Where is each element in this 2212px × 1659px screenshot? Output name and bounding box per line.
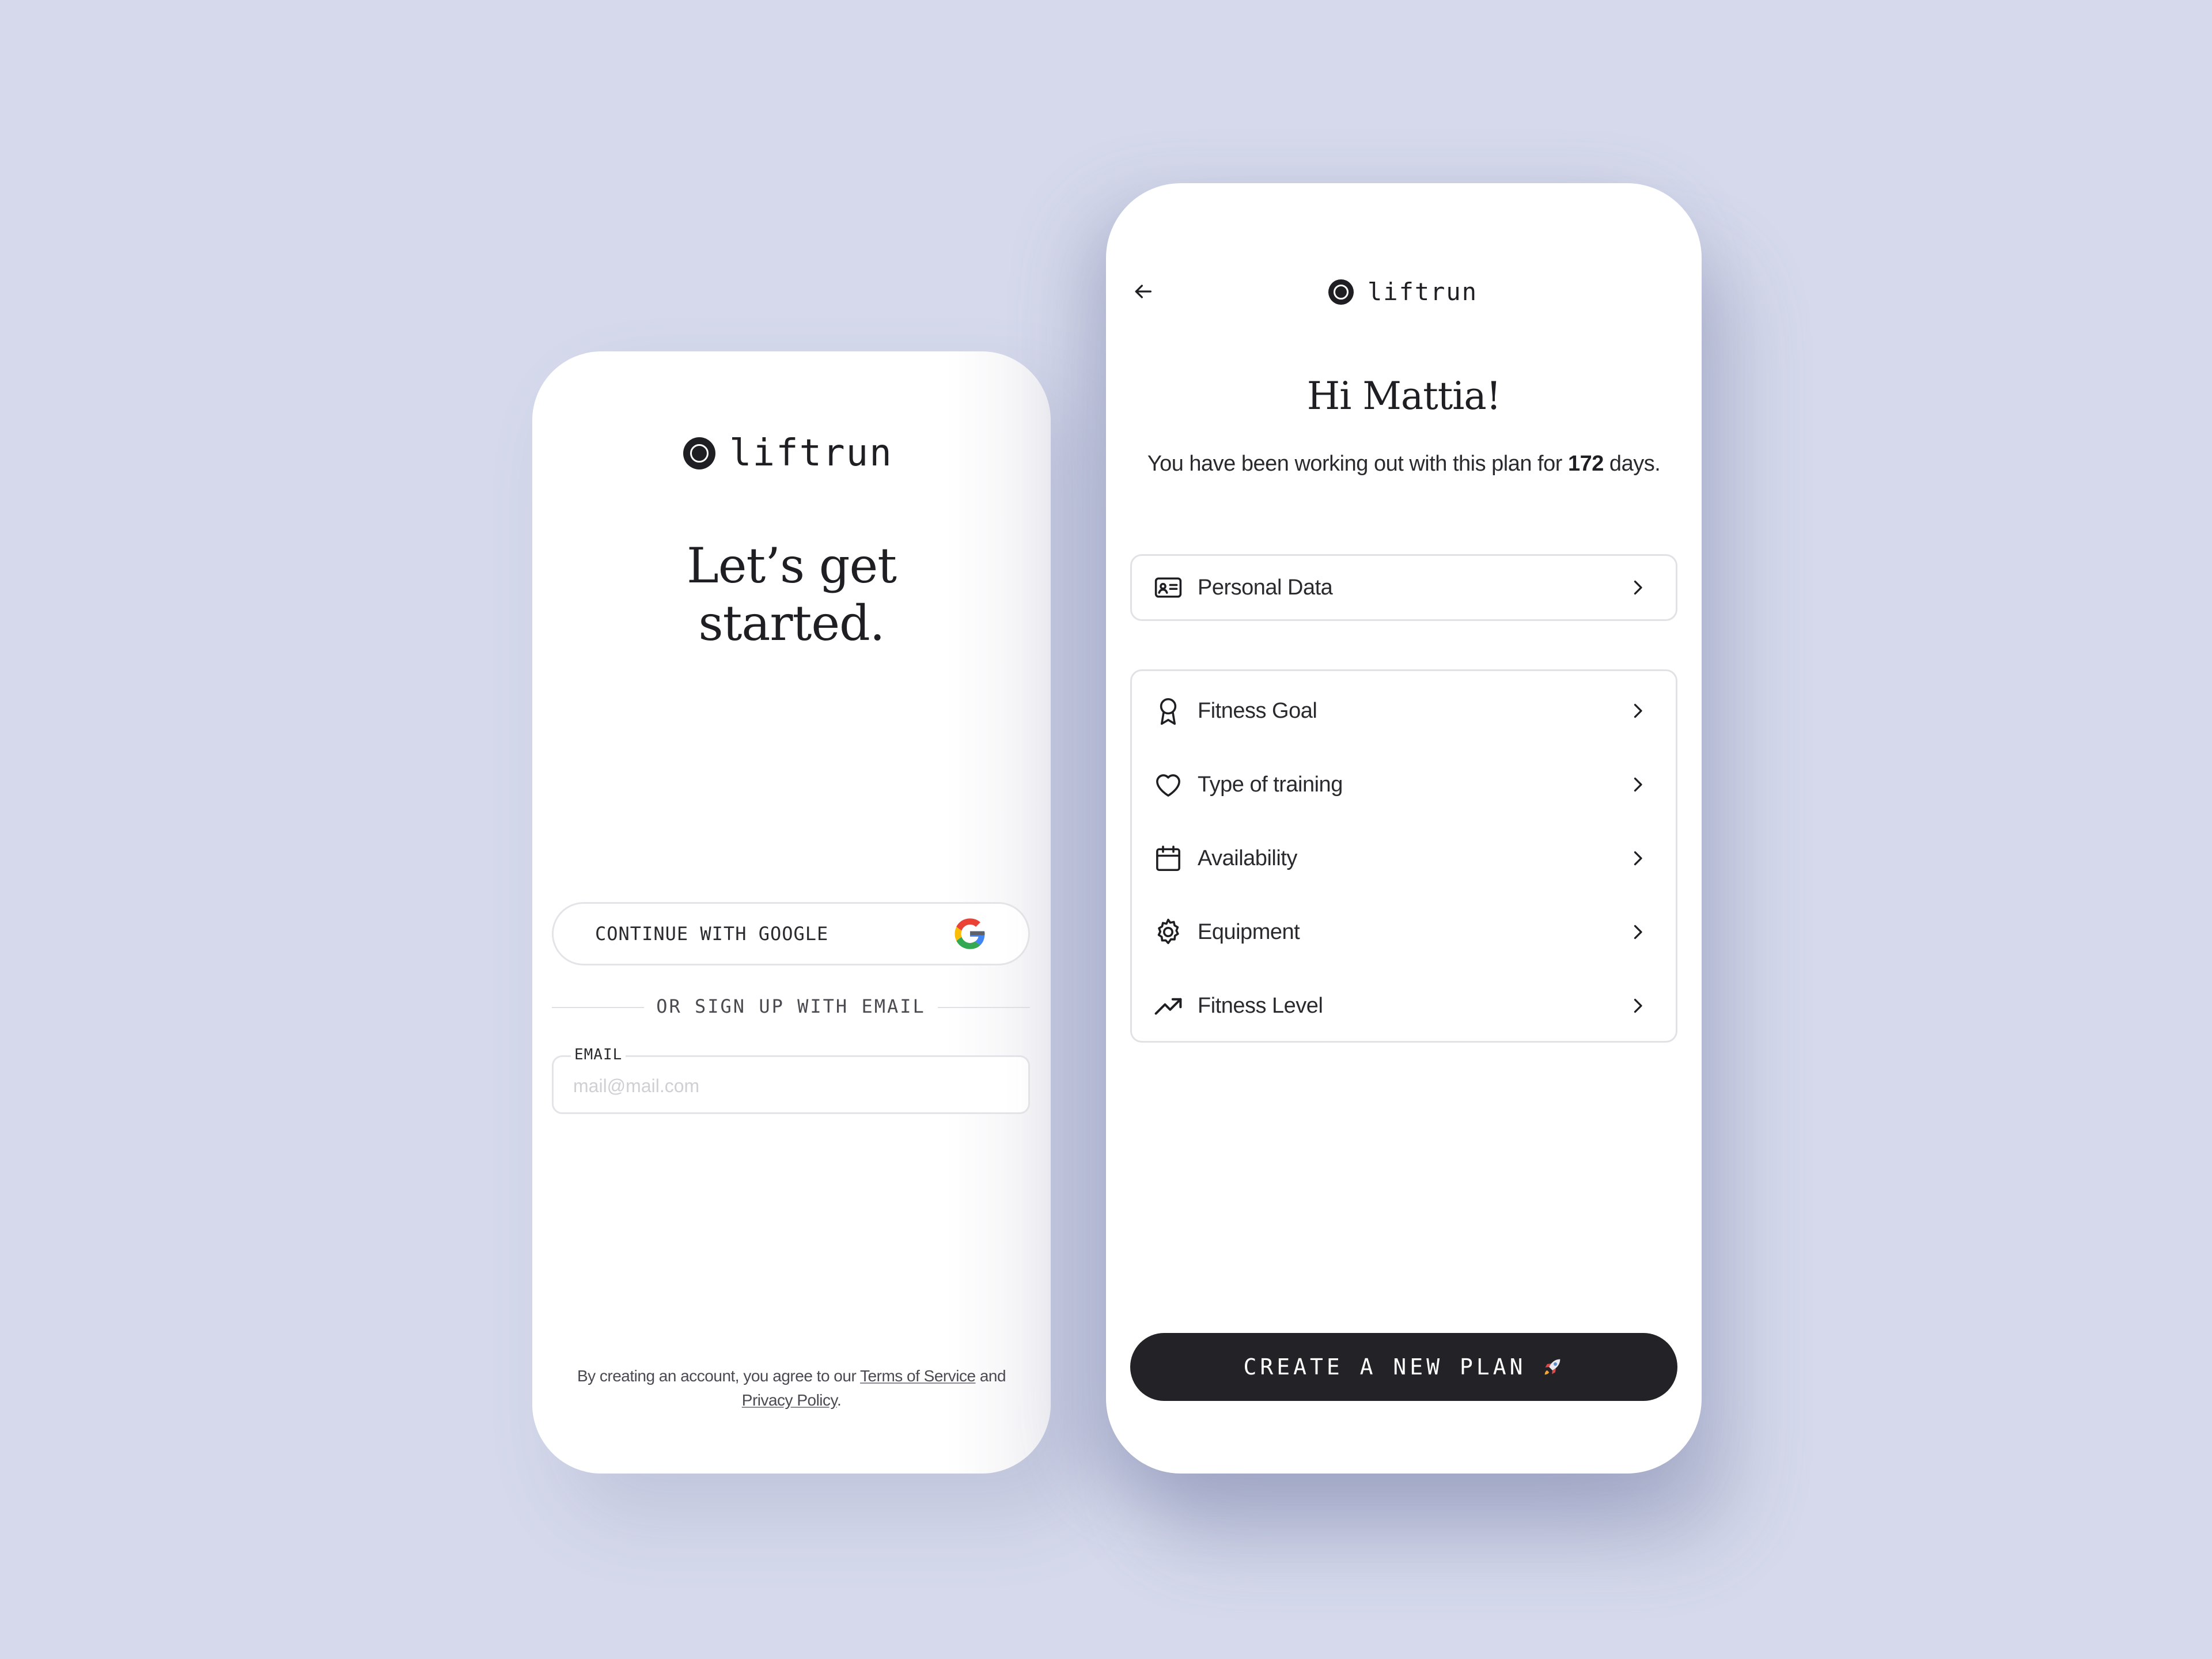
chevron-right-icon — [1634, 777, 1642, 792]
legal-notice: By creating an account, you agree to our… — [555, 1364, 1028, 1412]
trending-up-icon — [1154, 998, 1182, 1015]
chevron-right-icon — [1634, 925, 1642, 940]
rocket-icon — [1545, 1359, 1560, 1375]
circle-logo-icon — [1328, 279, 1354, 305]
headline-line-2: started. — [698, 595, 885, 652]
menu-item-personal-data[interactable]: Personal Data — [1132, 556, 1676, 619]
chevron-right-icon — [1634, 998, 1642, 1013]
menu-item-equipment[interactable]: Equipment — [1132, 900, 1676, 964]
legal-suffix: . — [836, 1391, 842, 1409]
or-divider: OR SIGN UP WITH EMAIL — [552, 992, 1030, 1021]
menu-item-label: Type of training — [1198, 772, 1343, 797]
google-g-icon — [955, 918, 985, 949]
menu-item-label: Fitness Goal — [1198, 698, 1317, 723]
subtitle-prefix: You have been working out with this plan… — [1147, 452, 1568, 476]
email-input[interactable] — [573, 1073, 999, 1099]
menu-item-label: Fitness Level — [1198, 993, 1323, 1018]
plan-settings-card: Fitness Goal Type of training Availabili… — [1130, 669, 1677, 1043]
menu-item-type-of-training[interactable]: Type of training — [1132, 753, 1676, 816]
app-logo: liftrun — [1328, 278, 1478, 306]
menu-item-fitness-goal[interactable]: Fitness Goal — [1132, 679, 1676, 743]
divider-line — [938, 1007, 1030, 1008]
greeting-title: Hi Mattia! — [1306, 374, 1502, 418]
menu-item-label: Personal Data — [1198, 575, 1333, 600]
personal-data-card: Personal Data — [1130, 554, 1677, 621]
chevron-right-icon — [1634, 580, 1642, 595]
legal-and: and — [975, 1367, 1006, 1385]
privacy-policy-link[interactable]: Privacy Policy — [742, 1391, 838, 1409]
legal-prefix: By creating an account, you agree to our — [577, 1367, 861, 1385]
app-logo: liftrun — [683, 432, 893, 475]
plan-duration-text: You have been working out with this plan… — [1106, 449, 1702, 478]
circle-logo-icon — [683, 437, 715, 469]
heart-icon — [1156, 774, 1180, 797]
days-count: 172 — [1567, 452, 1604, 476]
profile-screen: liftrun Hi Mattia! You have been working… — [1106, 183, 1702, 1474]
divider-text: OR SIGN UP WITH EMAIL — [656, 995, 926, 1017]
menu-item-fitness-level[interactable]: Fitness Level — [1132, 974, 1676, 1037]
google-button-label: CONTINUE WITH GOOGLE — [595, 923, 829, 945]
chevron-right-icon — [1634, 703, 1642, 718]
create-plan-label: CREATE A NEW PLAN — [1243, 1354, 1527, 1380]
award-icon — [1160, 698, 1177, 725]
subtitle-suffix: days. — [1603, 452, 1661, 476]
email-label: EMAIL — [571, 1043, 626, 1066]
signup-screen: liftrun Let’s get started. CONTINUE WITH… — [532, 351, 1051, 1474]
menu-item-label: Equipment — [1198, 919, 1300, 944]
headline-line-1: Let’s get — [687, 537, 897, 594]
terms-of-service-link[interactable]: Terms of Service — [860, 1367, 976, 1385]
menu-item-availability[interactable]: Availability — [1132, 827, 1676, 890]
gear-icon — [1157, 918, 1179, 944]
email-field: EMAIL — [552, 1043, 1030, 1114]
menu-item-label: Availability — [1198, 846, 1297, 870]
id-card-icon — [1154, 577, 1182, 598]
arrow-left-icon[interactable] — [1131, 280, 1154, 303]
create-new-plan-button[interactable]: CREATE A NEW PLAN — [1130, 1333, 1677, 1401]
chevron-right-icon — [1634, 851, 1642, 866]
calendar-icon — [1156, 845, 1180, 872]
logo-text: liftrun — [1368, 278, 1478, 306]
logo-text: liftrun — [729, 432, 893, 475]
continue-with-google-button[interactable]: CONTINUE WITH GOOGLE — [552, 902, 1030, 965]
